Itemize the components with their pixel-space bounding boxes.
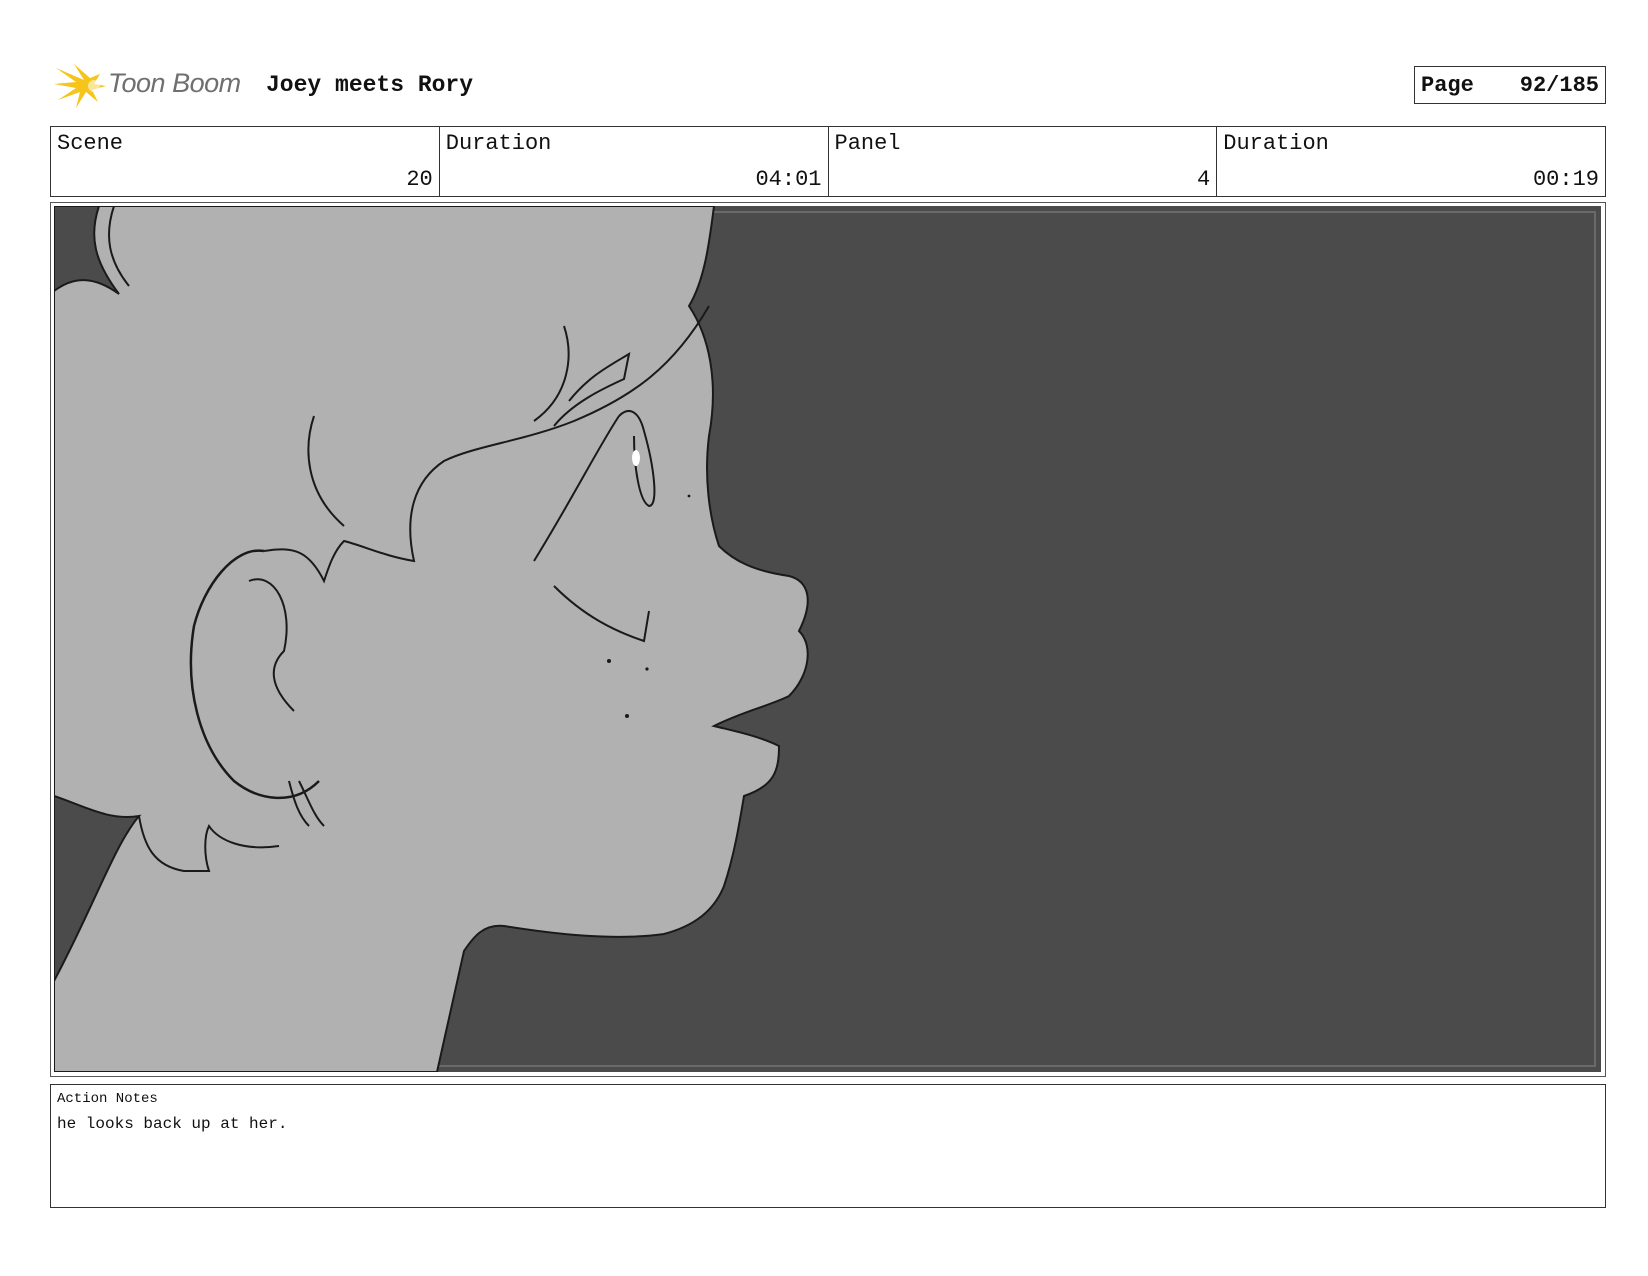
freckle — [687, 494, 691, 498]
panel-label: Panel — [834, 131, 901, 156]
toon-boom-logo: Toon Boom — [50, 58, 250, 112]
freckle — [625, 714, 629, 718]
page-indicator: Page 92/185 — [1414, 66, 1606, 104]
freckle — [645, 667, 649, 671]
panel-duration-value: 00:19 — [1532, 167, 1599, 192]
scene-duration-label: Duration — [445, 131, 552, 156]
storyboard-panel — [50, 202, 1606, 1077]
panel-value: 4 — [1197, 167, 1211, 192]
scene-cell: Scene 20 — [51, 127, 440, 196]
scene-duration-cell: Duration 04:01 — [440, 127, 829, 196]
panel-duration-label: Duration — [1223, 131, 1329, 156]
scene-info-table: Scene 20 Duration 04:01 Panel 4 Duration… — [50, 126, 1606, 197]
panel-duration-cell: Duration 00:19 — [1217, 127, 1605, 196]
panel-drawing — [54, 206, 1601, 1072]
scene-value: 20 — [406, 167, 433, 192]
page-label: Page — [1421, 72, 1474, 98]
toon-boom-starburst-icon — [54, 64, 106, 108]
panel-cell: Panel 4 — [829, 127, 1218, 196]
freckle — [607, 659, 611, 663]
action-notes-text: he looks back up at her. — [57, 1115, 288, 1133]
page-header: Toon Boom Joey meets Rory Page 92/185 — [50, 58, 1606, 112]
scene-duration-value: 04:01 — [755, 167, 822, 192]
eye-highlight — [632, 450, 640, 466]
action-notes: Action Notes he looks back up at her. — [50, 1084, 1606, 1208]
scene-label: Scene — [57, 131, 124, 156]
brand-name: Toon Boom — [108, 68, 241, 98]
project-title: Joey meets Rory — [266, 72, 474, 98]
page-number: 92/185 — [1519, 72, 1599, 98]
action-notes-label: Action Notes — [57, 1091, 158, 1107]
